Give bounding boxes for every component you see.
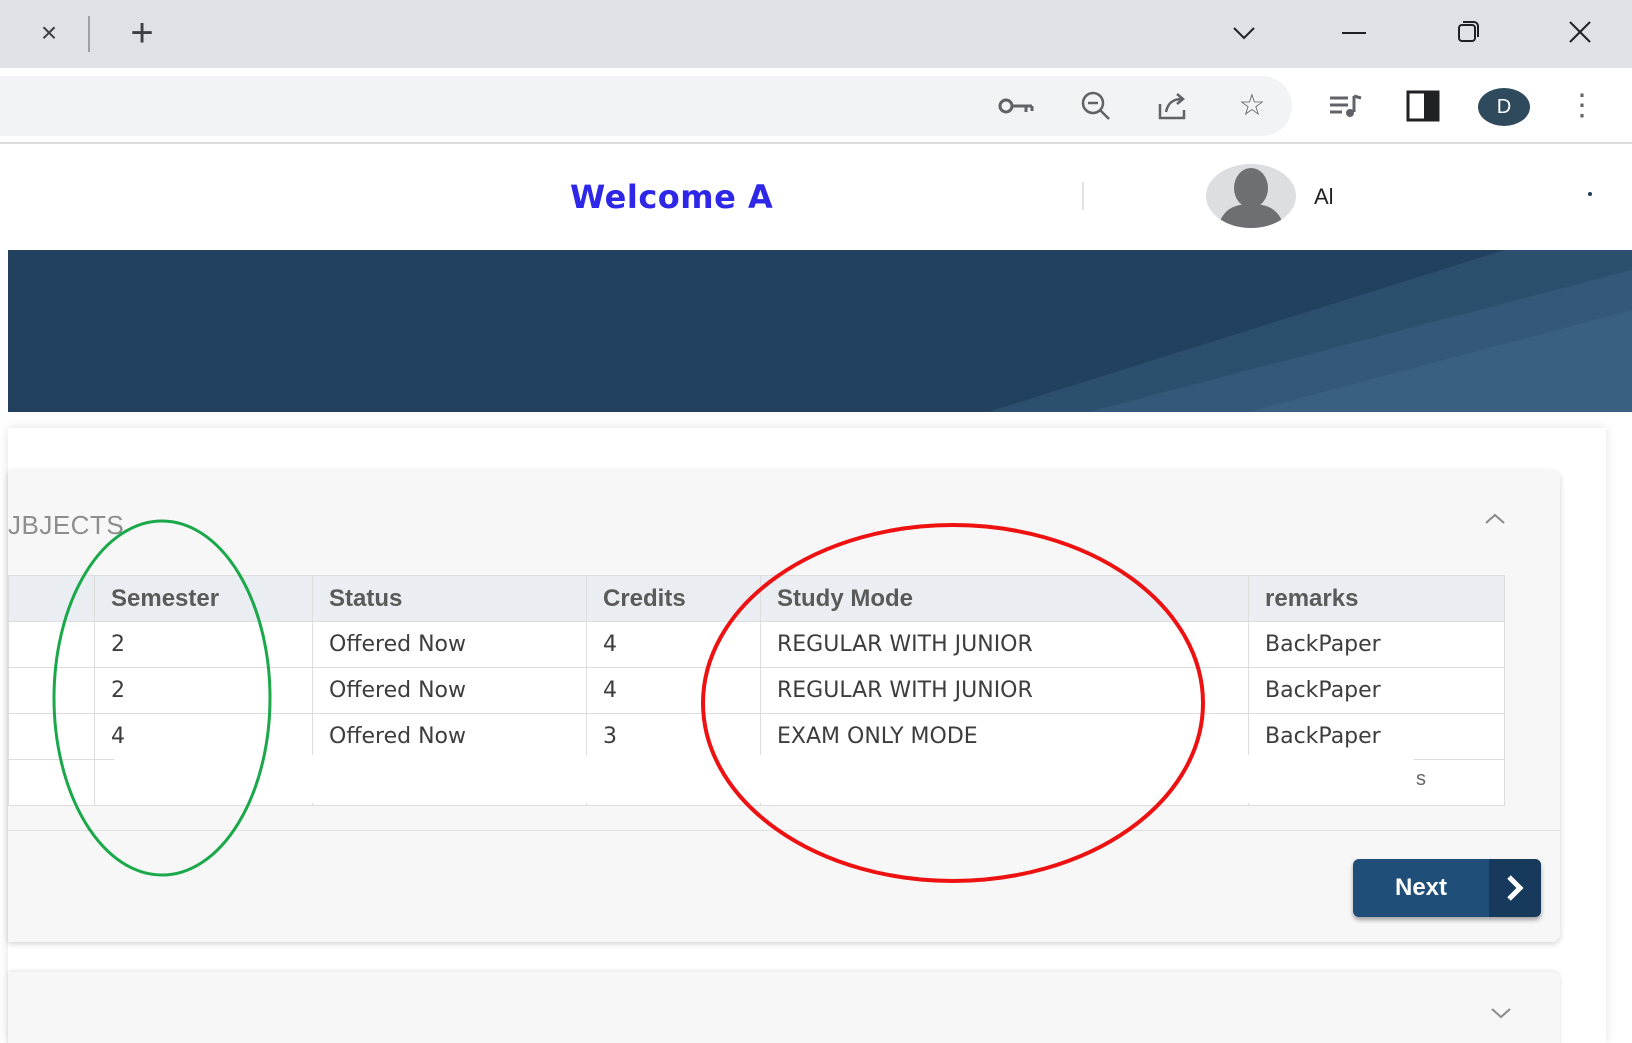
panel-title: JBJECTS bbox=[8, 510, 125, 540]
chevron-up-icon[interactable] bbox=[1480, 504, 1510, 534]
page-banner bbox=[8, 250, 1632, 412]
partial-text: s bbox=[1416, 768, 1426, 790]
subjects-panel: JBJECTS Semester Status Credits Study Mo… bbox=[8, 470, 1560, 942]
column-header-status[interactable]: Status bbox=[312, 575, 587, 622]
table-row: 4 Offered Now 3 EXAM ONLY MODE BackPaper bbox=[8, 713, 1505, 760]
user-avatar-icon[interactable] bbox=[1206, 164, 1296, 228]
cell-remarks: BackPaper bbox=[1248, 667, 1505, 714]
more-menu-icon[interactable]: ⋮ bbox=[1562, 86, 1602, 126]
tab-close-icon[interactable]: × bbox=[34, 18, 64, 48]
browser-toolbar: ☆ D ⋮ bbox=[0, 68, 1632, 144]
site-header: Welcome A Al bbox=[8, 146, 1632, 250]
cell-status: Offered Now bbox=[312, 713, 587, 760]
cell-study-mode: REGULAR WITH JUNIOR bbox=[760, 621, 1249, 668]
cell-semester: 2 bbox=[94, 621, 313, 668]
welcome-text: Welcome A bbox=[570, 178, 774, 216]
column-header-remarks[interactable]: remarks bbox=[1248, 575, 1505, 622]
new-tab-icon[interactable]: + bbox=[124, 13, 160, 53]
restore-icon[interactable] bbox=[1446, 12, 1490, 52]
window-close-icon[interactable] bbox=[1558, 12, 1602, 52]
cell-remarks: BackPaper bbox=[1248, 621, 1505, 668]
cell-study-mode: EXAM ONLY MODE bbox=[760, 713, 1249, 760]
table-cell-blank bbox=[8, 759, 95, 806]
table-cell-blank bbox=[8, 621, 95, 668]
cell-semester: 4 bbox=[94, 713, 313, 760]
media-control-icon[interactable] bbox=[1326, 86, 1366, 126]
star-icon[interactable]: ☆ bbox=[1232, 86, 1272, 126]
banner-decoration bbox=[988, 250, 1632, 412]
table-cell-blank bbox=[8, 667, 95, 714]
table-cell-blank bbox=[8, 713, 95, 760]
column-header-study-mode[interactable]: Study Mode bbox=[760, 575, 1249, 622]
cell-status: Offered Now bbox=[312, 667, 587, 714]
chevron-down-icon[interactable] bbox=[1486, 998, 1516, 1028]
header-dot bbox=[1588, 192, 1592, 196]
cell-credits: 3 bbox=[586, 713, 761, 760]
table-row: 2 Offered Now 4 REGULAR WITH JUNIOR Back… bbox=[8, 621, 1505, 668]
key-icon[interactable] bbox=[996, 86, 1036, 126]
next-button-label: Next bbox=[1394, 874, 1448, 901]
browser-tab-strip: × + bbox=[0, 0, 1632, 68]
cell-remarks: BackPaper bbox=[1248, 713, 1505, 760]
minimize-icon[interactable] bbox=[1332, 12, 1376, 52]
redaction-overlay bbox=[114, 755, 1414, 803]
side-panel-icon[interactable] bbox=[1404, 86, 1444, 126]
screenshot-stage: × + ☆ D ⋮ Welcome A Al JBJECTS Semester … bbox=[0, 0, 1632, 1043]
panel-divider bbox=[8, 830, 1560, 831]
tab-search-icon[interactable] bbox=[1222, 12, 1266, 52]
column-header-blank bbox=[8, 575, 95, 622]
cell-semester: 2 bbox=[94, 667, 313, 714]
username: Al bbox=[1314, 184, 1334, 209]
column-header-semester[interactable]: Semester bbox=[94, 575, 313, 622]
cell-credits: 4 bbox=[586, 621, 761, 668]
cell-status: Offered Now bbox=[312, 621, 587, 668]
table-row: 2 Offered Now 4 REGULAR WITH JUNIOR Back… bbox=[8, 667, 1505, 714]
next-button[interactable]: Next bbox=[1353, 859, 1541, 917]
profile-avatar[interactable]: D bbox=[1478, 88, 1530, 126]
cell-credits: 4 bbox=[586, 667, 761, 714]
zoom-out-icon[interactable] bbox=[1076, 86, 1116, 126]
table-header-row: Semester Status Credits Study Mode remar… bbox=[8, 575, 1505, 622]
tab-separator bbox=[88, 16, 90, 52]
share-icon[interactable] bbox=[1152, 86, 1192, 126]
chevron-right-icon bbox=[1489, 859, 1541, 917]
cell-study-mode: REGULAR WITH JUNIOR bbox=[760, 667, 1249, 714]
collapsed-panel[interactable] bbox=[8, 972, 1560, 1043]
column-header-credits[interactable]: Credits bbox=[586, 575, 761, 622]
header-divider bbox=[1082, 182, 1084, 210]
